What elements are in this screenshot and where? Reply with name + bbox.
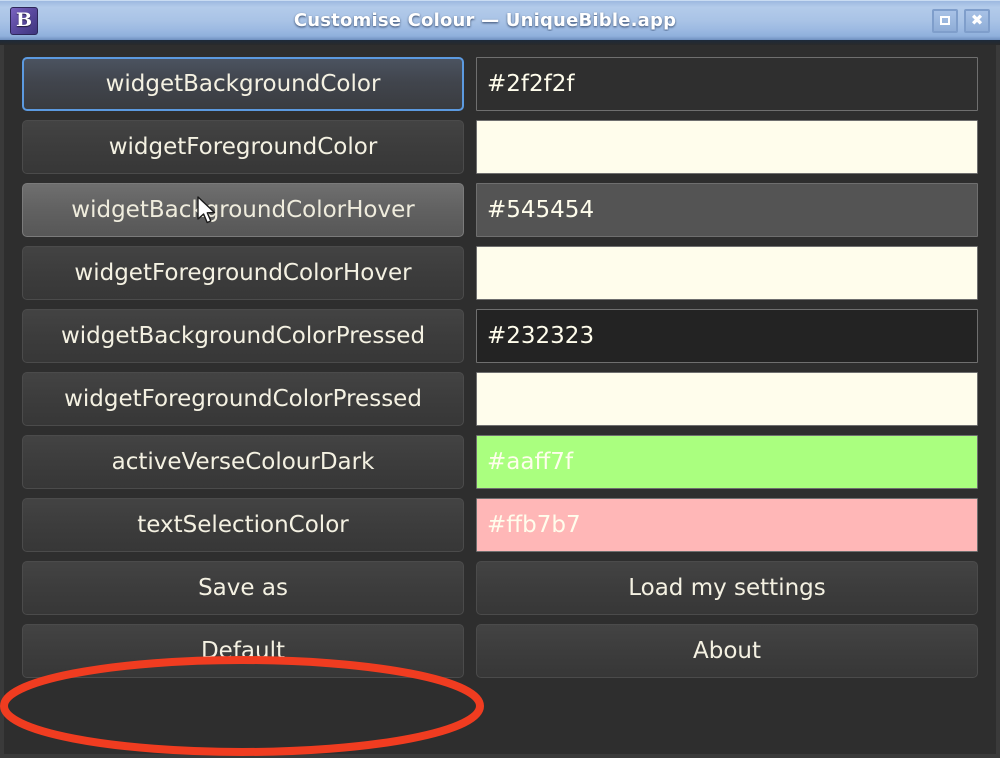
save-as-button[interactable]: Save as: [22, 561, 464, 615]
app-icon: B: [10, 6, 38, 35]
value-widget-foreground-color-pressed[interactable]: #fffdec: [476, 372, 978, 426]
setting-row: activeVerseColourDark #aaff7f: [22, 435, 978, 489]
value-widget-foreground-color[interactable]: #fffdec: [476, 120, 978, 174]
setting-row: textSelectionColor #ffb7b7: [22, 498, 978, 552]
setting-row: widgetForegroundColor #fffdec: [22, 120, 978, 174]
maximize-icon: [940, 16, 950, 25]
button-widget-foreground-color[interactable]: widgetForegroundColor: [22, 120, 464, 174]
window-title: Customise Colour — UniqueBible.app: [293, 10, 677, 31]
button-active-verse-colour-dark[interactable]: activeVerseColourDark: [22, 435, 464, 489]
value-widget-background-color-hover[interactable]: #545454: [476, 183, 978, 237]
button-widget-background-color[interactable]: widgetBackgroundColor: [22, 57, 464, 111]
default-button[interactable]: Default: [22, 624, 464, 678]
value-widget-background-color-pressed[interactable]: #232323: [476, 309, 978, 363]
setting-row: widgetBackgroundColorPressed #232323: [22, 309, 978, 363]
button-widget-foreground-color-pressed[interactable]: widgetForegroundColorPressed: [22, 372, 464, 426]
button-widget-background-color-hover[interactable]: widgetBackgroundColorHover: [22, 183, 464, 237]
setting-row: widgetBackgroundColorHover #545454: [22, 183, 978, 237]
value-widget-background-color[interactable]: #2f2f2f: [476, 57, 978, 111]
close-icon: ✖: [970, 11, 984, 29]
close-button[interactable]: ✖: [964, 8, 990, 33]
about-button[interactable]: About: [476, 624, 978, 678]
button-widget-foreground-color-hover[interactable]: widgetForegroundColorHover: [22, 246, 464, 300]
setting-row: widgetForegroundColorPressed #fffdec: [22, 372, 978, 426]
title-bar[interactable]: B Customise Colour — UniqueBible.app ✖: [0, 0, 1000, 40]
settings-content: widgetBackgroundColor #2f2f2f widgetFore…: [4, 45, 996, 754]
setting-row: widgetForegroundColorHover #fffdec: [22, 246, 978, 300]
value-text-selection-color[interactable]: #ffb7b7: [476, 498, 978, 552]
action-row: Default About: [22, 624, 978, 678]
value-active-verse-colour-dark[interactable]: #aaff7f: [476, 435, 978, 489]
maximize-button[interactable]: [932, 8, 958, 33]
button-text-selection-color[interactable]: textSelectionColor: [22, 498, 464, 552]
setting-row: widgetBackgroundColor #2f2f2f: [22, 57, 978, 111]
action-row: Save as Load my settings: [22, 561, 978, 615]
button-widget-background-color-pressed[interactable]: widgetBackgroundColorPressed: [22, 309, 464, 363]
load-my-settings-button[interactable]: Load my settings: [476, 561, 978, 615]
window-controls: ✖: [932, 8, 990, 33]
value-widget-foreground-color-hover[interactable]: #fffdec: [476, 246, 978, 300]
customise-colour-window: B Customise Colour — UniqueBible.app ✖ w…: [0, 0, 1000, 758]
